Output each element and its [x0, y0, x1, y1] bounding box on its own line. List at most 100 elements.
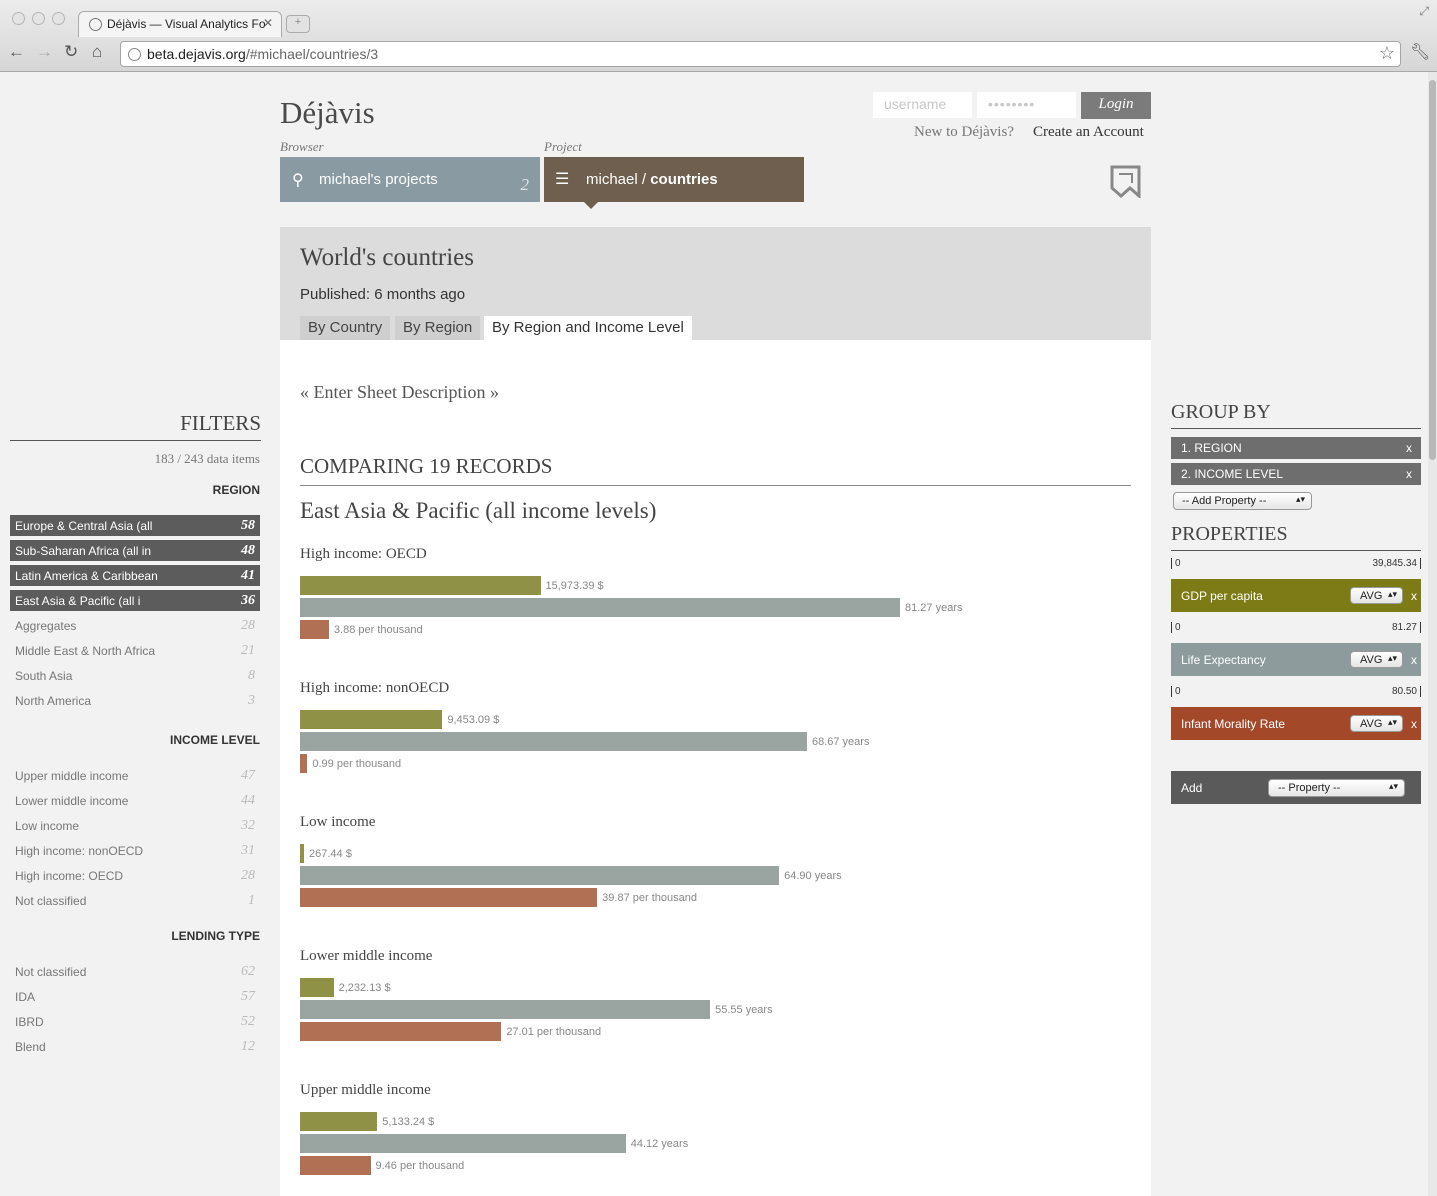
select-arrows-icon: ▴▾: [1388, 781, 1398, 791]
filter-item-label: IBRD: [15, 1015, 44, 1029]
income-filter-item[interactable]: High income: nonOECD 31: [10, 840, 260, 861]
bar[interactable]: [300, 598, 900, 617]
bar[interactable]: [300, 620, 329, 639]
filter-item-count: 3: [248, 693, 255, 708]
group-by-region[interactable]: 1. REGION x: [1171, 437, 1421, 459]
income-filter-item[interactable]: Low income 32: [10, 815, 260, 836]
group-by-label: 2. INCOME LEVEL: [1181, 467, 1284, 481]
address-bar[interactable]: beta.dejavis.org/#michael/countries/3 ☆: [120, 41, 1401, 67]
region-filter-item[interactable]: Europe & Central Asia (all 58: [10, 515, 260, 536]
tab-by-region[interactable]: By Region: [395, 316, 481, 340]
aggregate-select[interactable]: AVG ▴▾: [1350, 587, 1403, 604]
remove-group-icon[interactable]: x: [1406, 467, 1412, 481]
fullscreen-icon[interactable]: ⤢: [1419, 4, 1429, 19]
aggregate-select[interactable]: AVG ▴▾: [1350, 651, 1403, 668]
select-arrows-icon: ▴▾: [1387, 653, 1397, 663]
bar[interactable]: [300, 888, 598, 907]
logo[interactable]: Déjàvis: [280, 95, 375, 131]
region-filter-item[interactable]: East Asia & Pacific (all i 36: [10, 590, 260, 611]
bar[interactable]: [300, 866, 780, 885]
region-filter-item[interactable]: Sub-Saharan Africa (all in 48: [10, 540, 260, 561]
property-item[interactable]: Infant Morality Rate AVG ▴▾ x: [1171, 707, 1421, 740]
tab-by-region-and-income[interactable]: By Region and Income Level: [484, 316, 692, 340]
reload-icon[interactable]: ↻: [64, 42, 78, 62]
filter-item-count: 12: [241, 1039, 255, 1054]
scrollbar[interactable]: [1428, 72, 1437, 1196]
login-button[interactable]: Login: [1081, 92, 1151, 119]
property-item[interactable]: Life Expectancy AVG ▴▾ x: [1171, 643, 1421, 676]
region-filter-item[interactable]: North America 3: [10, 690, 260, 711]
group-by-income-level[interactable]: 2. INCOME LEVEL x: [1171, 463, 1421, 485]
income-filter-item[interactable]: Not classified 1: [10, 890, 260, 911]
create-account-link[interactable]: Create an Account: [1033, 124, 1144, 141]
close-window-button[interactable]: [12, 12, 25, 25]
lending-filter-item[interactable]: Blend 12: [10, 1036, 260, 1057]
aggregate-label: AVG: [1360, 718, 1383, 730]
bar[interactable]: [300, 732, 807, 751]
filter-item-label: Aggregates: [15, 619, 77, 633]
bar[interactable]: [300, 754, 308, 773]
forward-arrow-icon[interactable]: →: [36, 42, 53, 62]
properties-title: PROPERTIES: [1171, 523, 1421, 551]
lending-filter-item[interactable]: IDA 57: [10, 986, 260, 1007]
lending-filter-item[interactable]: IBRD 52: [10, 1011, 260, 1032]
filter-item-count: 47: [241, 768, 255, 783]
bar[interactable]: [300, 1156, 371, 1175]
bar-value-label: 15,973.39 $: [545, 580, 604, 592]
region-filter-item[interactable]: Latin America & Caribbean 41: [10, 565, 260, 586]
property-item[interactable]: GDP per capita AVG ▴▾ x: [1171, 579, 1421, 612]
region-filter-item[interactable]: Middle East & North Africa 21: [10, 640, 260, 661]
income-filter-item[interactable]: Lower middle income 44: [10, 790, 260, 811]
sheet-title: World's countries: [300, 244, 474, 271]
income-filter-item[interactable]: High income: OECD 28: [10, 865, 260, 886]
filter-item-count: 36: [241, 593, 255, 608]
filter-item-count: 1: [248, 893, 255, 908]
browser-tab[interactable]: Déjàvis — Visual Analytics Fo ✕: [78, 11, 282, 37]
close-tab-icon[interactable]: ✕: [263, 16, 273, 30]
bar-value-label: 55.55 years: [715, 1004, 773, 1016]
wrench-icon[interactable]: 🔧︎: [1410, 42, 1430, 62]
back-arrow-icon[interactable]: ←: [8, 42, 25, 62]
password-input[interactable]: ••••••••: [977, 92, 1076, 118]
region-filter-item[interactable]: South Asia 8: [10, 665, 260, 686]
bar[interactable]: [300, 1022, 502, 1041]
tab-by-country[interactable]: By Country: [300, 316, 391, 340]
project-button[interactable]: ☰ michael / countries: [544, 157, 804, 209]
bar[interactable]: [300, 1112, 378, 1131]
new-tab-button[interactable]: +: [286, 15, 310, 33]
scale-max: 80.50: [1392, 686, 1421, 697]
projects-browser-button[interactable]: ⚲ michael's projects 2: [280, 157, 540, 202]
filter-item-label: High income: nonOECD: [15, 844, 144, 858]
add-property-select[interactable]: -- Add Property -- ▴▾: [1173, 492, 1312, 510]
property-select[interactable]: -- Property -- ▴▾: [1268, 779, 1405, 797]
bookmark-star-icon[interactable]: ☆: [1379, 43, 1395, 64]
sheet-description[interactable]: « Enter Sheet Description »: [300, 382, 499, 403]
income-filter-item[interactable]: Upper middle income 47: [10, 765, 260, 786]
bar[interactable]: [300, 710, 443, 729]
remove-property-icon[interactable]: x: [1411, 653, 1417, 667]
bookmark-icon[interactable]: [1109, 165, 1142, 198]
remove-group-icon[interactable]: x: [1406, 441, 1412, 455]
aggregate-select[interactable]: AVG ▴▾: [1350, 715, 1403, 732]
lending-filter-item[interactable]: Not classified 62: [10, 961, 260, 982]
project-name: countries: [650, 171, 718, 188]
project-label: Project: [544, 139, 582, 154]
group-label: High income: OECD: [300, 546, 427, 562]
remove-property-icon[interactable]: x: [1411, 589, 1417, 603]
bar[interactable]: [300, 844, 305, 863]
zoom-window-button[interactable]: [52, 12, 65, 25]
remove-property-icon[interactable]: x: [1411, 717, 1417, 731]
minimize-window-button[interactable]: [32, 12, 45, 25]
username-input[interactable]: username: [873, 92, 972, 118]
home-icon[interactable]: ⌂: [92, 42, 102, 62]
scrollbar-thumb[interactable]: [1429, 80, 1436, 460]
bar[interactable]: [300, 1000, 711, 1019]
bar[interactable]: [300, 576, 541, 595]
add-property-select-label: -- Add Property --: [1182, 495, 1267, 507]
bar[interactable]: [300, 978, 334, 997]
data-items-count: 183 / 243 data items: [154, 451, 260, 466]
filter-item-count: 28: [241, 868, 255, 883]
filter-item-label: North America: [15, 694, 92, 708]
bar[interactable]: [300, 1134, 626, 1153]
region-filter-item[interactable]: Aggregates 28: [10, 615, 260, 636]
